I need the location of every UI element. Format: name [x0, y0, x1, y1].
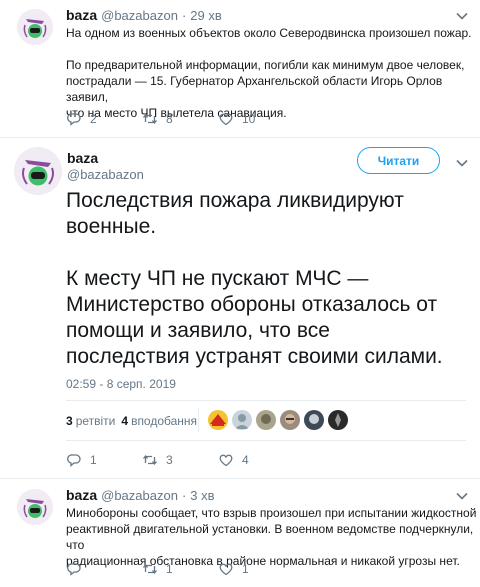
retweet-button[interactable]: 1: [142, 561, 218, 577]
avatar[interactable]: [17, 489, 53, 525]
retweet-count: 1: [166, 562, 173, 576]
tweet-time[interactable]: 3 хв: [190, 488, 214, 503]
tweet-time[interactable]: 29 хв: [190, 8, 221, 23]
tweet-timestamp[interactable]: 02:59 - 8 серп. 2019: [66, 377, 176, 391]
tweet-stats: 3 ретвіти 4 вподобання: [66, 414, 203, 428]
author-handle[interactable]: @bazabazon: [101, 488, 178, 503]
chevron-down-icon[interactable]: [454, 8, 470, 24]
author-name[interactable]: baza: [66, 487, 97, 503]
liker-avatar[interactable]: [304, 410, 324, 430]
tweet-text-line: военные.: [66, 215, 157, 238]
divider: [0, 137, 480, 138]
like-count: 1: [242, 562, 249, 576]
like-button[interactable]: 10: [218, 111, 294, 127]
reply-icon: [67, 454, 81, 467]
tweet-actions: 1 3 4: [66, 452, 294, 468]
tweet-text-line: реактивной двигательной установки. В вое…: [66, 522, 474, 552]
author-handle[interactable]: @bazabazon: [101, 8, 178, 23]
like-count: 10: [242, 112, 256, 126]
like-button[interactable]: 1: [218, 561, 294, 577]
divider: [0, 478, 480, 479]
divider: [198, 408, 199, 432]
tweet-text: Минобороны сообщает, что взрыв произошел…: [66, 505, 480, 569]
divider: [66, 440, 466, 441]
liker-avatar[interactable]: [256, 410, 276, 430]
tweet-text: Последствия пожара ликвидируют военные. …: [66, 188, 466, 370]
reply-icon: [67, 563, 81, 576]
retweet-count: 3: [166, 453, 173, 467]
liker-avatar[interactable]: [232, 410, 252, 430]
reply-icon: [67, 113, 81, 126]
author-name[interactable]: baza: [66, 7, 97, 23]
tweet-text-line: Министерство обороны отказалось от: [66, 293, 438, 316]
separator-dot: ·: [181, 488, 187, 503]
like-icon: [219, 563, 233, 576]
reply-count: 1: [90, 453, 97, 467]
avatar[interactable]: [14, 147, 62, 195]
tweet-text-line: последствия устранят своими силами.: [66, 345, 443, 368]
liker-avatar[interactable]: [280, 410, 300, 430]
tweet-actions: 2 8 10: [66, 111, 294, 127]
like-count: 4: [242, 453, 249, 467]
like-button[interactable]: 4: [218, 452, 294, 468]
author-name[interactable]: baza: [67, 150, 144, 166]
follow-button[interactable]: Читати: [357, 147, 440, 174]
reply-button[interactable]: 1: [66, 452, 142, 468]
tweet-text-line: пострадали — 15. Губернатор Архангельско…: [66, 74, 443, 104]
tweet-text-line: К месту ЧП не пускают МЧС —: [66, 267, 369, 290]
tweet-text: На одном из военных объектов около Север…: [66, 25, 480, 121]
retweets-stat[interactable]: 3 ретвіти: [66, 414, 115, 428]
reply-button[interactable]: [66, 561, 142, 577]
retweet-count: 8: [166, 112, 173, 126]
tweet-text-line: На одном из военных объектов около Север…: [66, 26, 472, 40]
like-icon: [219, 113, 233, 126]
retweet-icon: [142, 454, 158, 466]
retweet-icon: [142, 113, 158, 125]
tweet-text-line: По предварительной информации, погибли к…: [66, 58, 465, 72]
avatar[interactable]: [17, 9, 53, 45]
chevron-down-icon[interactable]: [454, 155, 470, 171]
divider: [66, 400, 466, 401]
likes-stat[interactable]: 4 вподобання: [121, 414, 197, 428]
retweet-icon: [142, 563, 158, 575]
separator-dot: ·: [181, 8, 187, 23]
chevron-down-icon[interactable]: [454, 488, 470, 504]
retweet-button[interactable]: 3: [142, 452, 218, 468]
tweet-text-line: Последствия пожара ликвидируют: [66, 189, 404, 212]
liker-avatar[interactable]: [208, 410, 228, 430]
reply-button[interactable]: 2: [66, 111, 142, 127]
tweet-text-line: помощи и заявило, что все: [66, 319, 330, 342]
retweet-button[interactable]: 8: [142, 111, 218, 127]
author-handle[interactable]: @bazabazon: [67, 167, 144, 182]
liker-avatar[interactable]: [328, 410, 348, 430]
like-icon: [219, 454, 233, 467]
tweet-actions: 1 1: [66, 561, 294, 577]
tweet-text-line: Минобороны сообщает, что взрыв произошел…: [66, 506, 477, 520]
reply-count: 2: [90, 112, 97, 126]
